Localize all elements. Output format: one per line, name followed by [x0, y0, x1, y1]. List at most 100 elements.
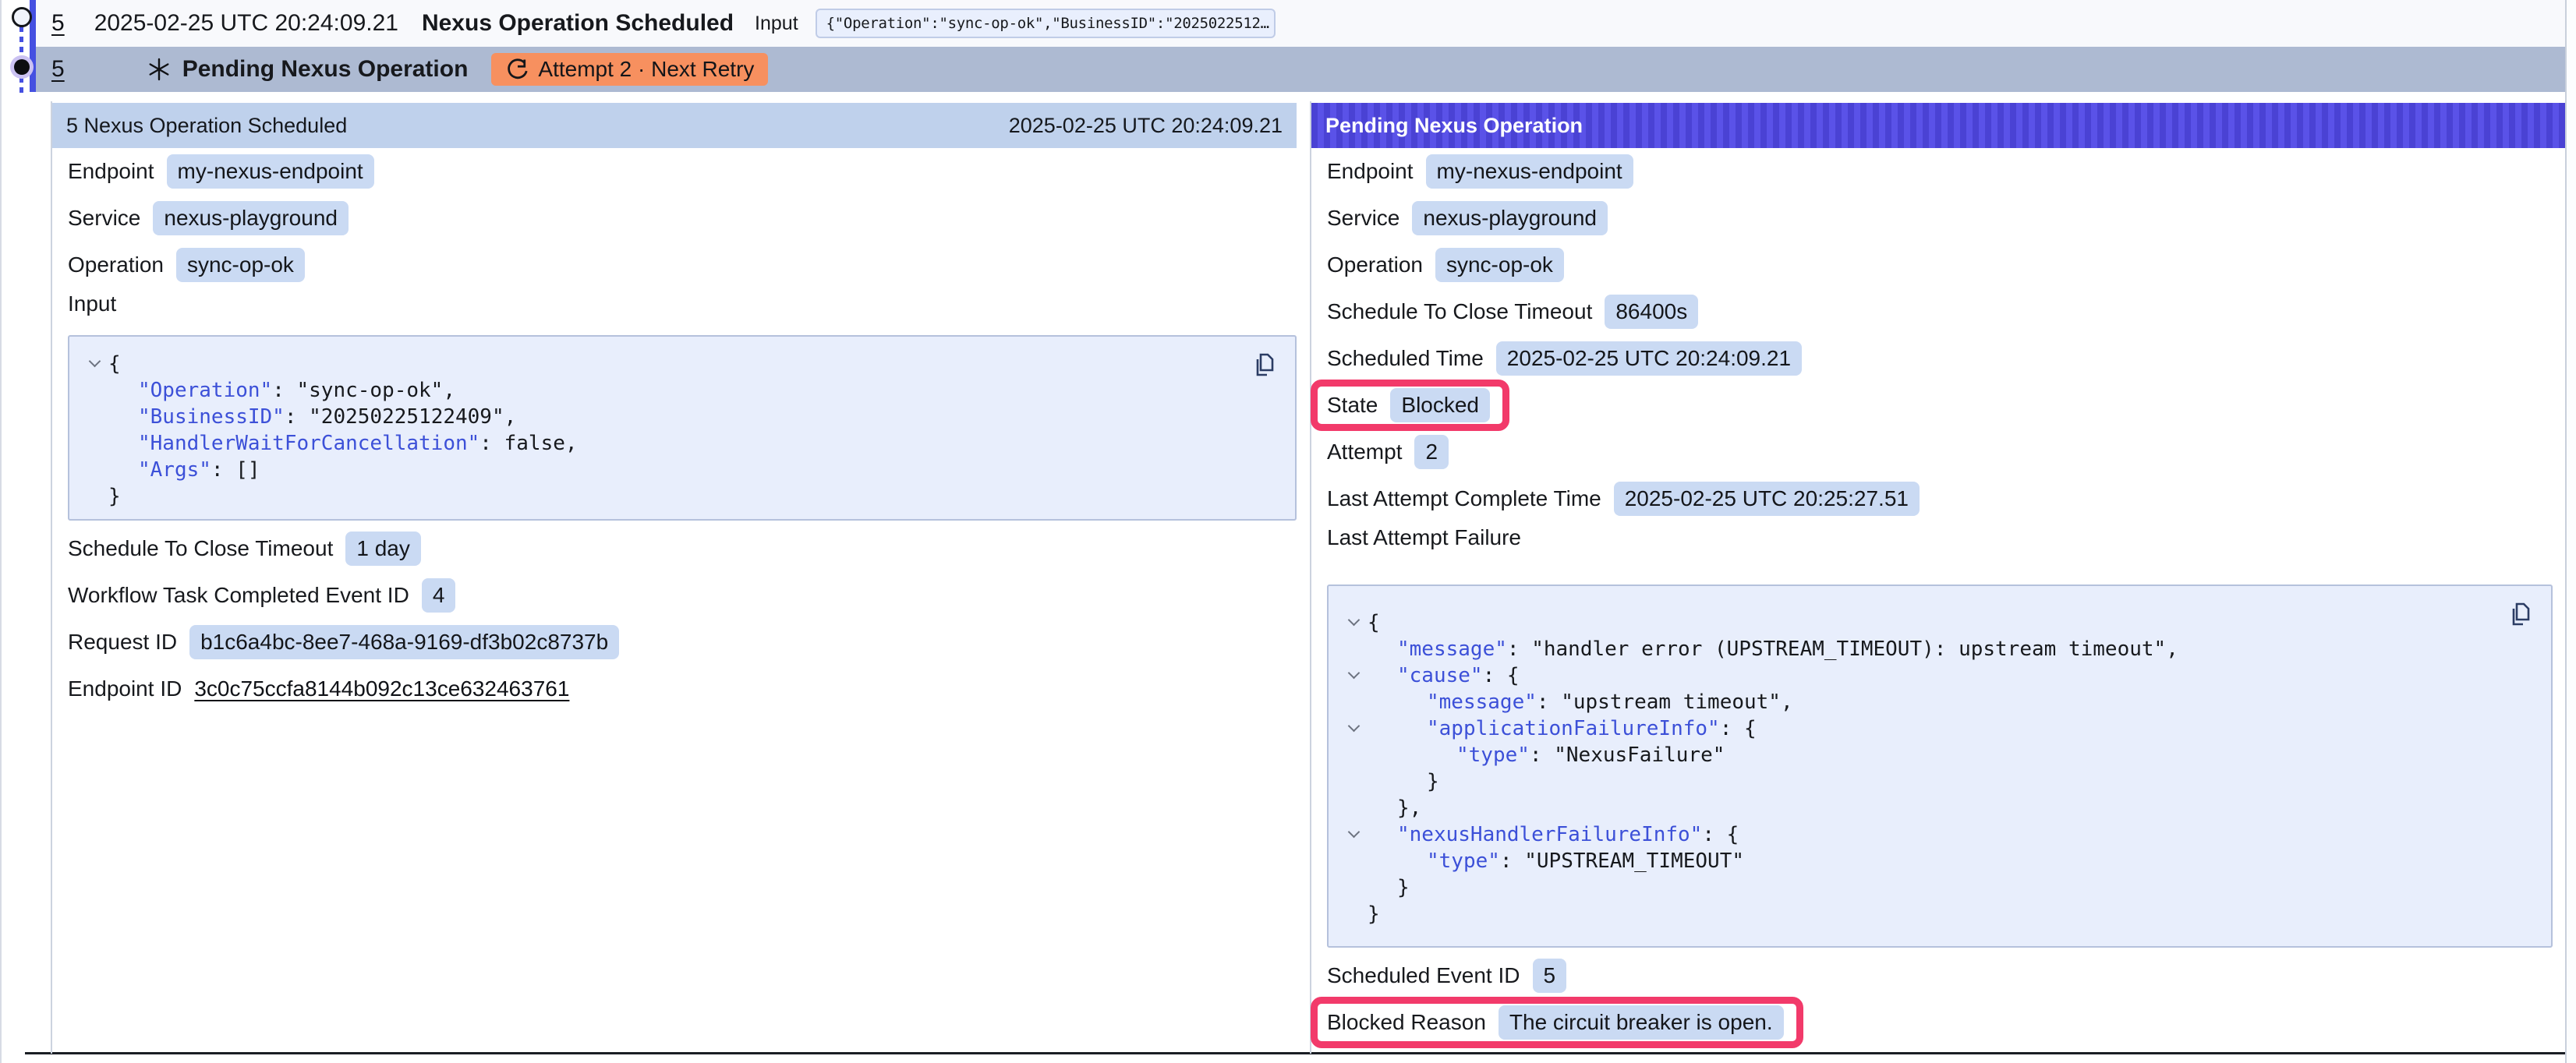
- field-row-scheduled-time: Scheduled Time 2025-02-25 UTC 20:24:09.21: [1311, 335, 2568, 382]
- retry-attempt-badge[interactable]: Attempt 2 · Next Retry: [491, 53, 768, 86]
- field-label: Endpoint: [1327, 159, 1414, 184]
- json-key: "message": [1397, 637, 1507, 661]
- input-json-viewer: {"Operation": "sync-op-ok","BusinessID":…: [68, 335, 1297, 521]
- annotation-highlight-box: State Blocked: [1311, 380, 1509, 431]
- field-label: Attempt: [1327, 440, 1402, 464]
- json-value: }: [1427, 770, 1439, 793]
- field-row-operation: Operation sync-op-ok: [1311, 242, 2568, 288]
- json-value: :: [211, 458, 235, 482]
- asterisk-icon: [147, 57, 172, 82]
- pending-fields-bottom: Scheduled Event ID 5 Blocked ReasonThe cir…: [1311, 952, 2568, 1046]
- json-line-gutter: [1339, 674, 1368, 677]
- field-row-schedule-to-close-timeout: Schedule To Close Timeout 1 day: [52, 525, 1297, 572]
- field-label: State: [1327, 393, 1378, 418]
- failure-json-viewer: {"message": "handler error (UPSTREAM_TIM…: [1327, 584, 2553, 948]
- field-row-scheduled-event-id: Scheduled Event ID 5: [1311, 952, 2568, 999]
- pending-event-name: Pending Nexus Operation: [182, 56, 469, 83]
- filled-dot-icon[interactable]: [14, 59, 30, 75]
- json-line: {: [1339, 609, 2529, 636]
- json-line-gutter: [1339, 621, 1368, 624]
- scheduled-event-panel: 5 Nexus Operation Scheduled 2025-02-25 U…: [52, 101, 1297, 1054]
- event-timestamp: 2025-02-25 UTC 20:24:09.21: [94, 10, 398, 37]
- scheduled-panel-header: 5 Nexus Operation Scheduled 2025-02-25 U…: [52, 103, 1297, 148]
- field-label: Schedule To Close Timeout: [68, 536, 333, 561]
- scheduled-fields-top: Endpointmy-nexus-endpointServicenexus-pl…: [52, 148, 1297, 288]
- json-line: }: [1339, 874, 2529, 901]
- chevron-down-icon[interactable]: [88, 355, 101, 368]
- json-value: :: [1537, 690, 1561, 714]
- json-line: "applicationFailureInfo": {: [1339, 715, 2529, 742]
- field-value-chip: 5: [1533, 959, 1567, 993]
- field-value-chip: my-nexus-endpoint: [1426, 154, 1633, 189]
- json-line: "Operation": "sync-op-ok",: [80, 377, 1273, 404]
- scheduled-fields-bottom: Schedule To Close Timeout 1 day Workflow T…: [52, 525, 1297, 712]
- field-row-last-attempt-complete-time: Last Attempt Complete Time2025-02-25 UTC…: [1311, 475, 2568, 522]
- field-value-chip: 1 day: [345, 532, 421, 566]
- temporal-event-history: 5 2025-02-25 UTC 20:24:09.21 Nexus Opera…: [0, 0, 2576, 1063]
- json-value: {: [108, 352, 121, 376]
- json-line: {: [80, 351, 1273, 377]
- chevron-down-icon[interactable]: [1347, 720, 1360, 733]
- event-id-link[interactable]: 5: [51, 56, 65, 83]
- chevron-down-icon[interactable]: [1347, 826, 1360, 839]
- json-line-gutter: [1339, 727, 1368, 730]
- json-value: :: [479, 432, 504, 455]
- field-row-operation: Operationsync-op-ok: [52, 242, 1297, 288]
- input-preview-chip[interactable]: {"Operation":"sync-op-ok","BusinessID":"…: [816, 9, 1276, 38]
- json-value: "upstream timeout": [1561, 690, 1781, 714]
- field-row-blocked-reason: Blocked ReasonThe circuit breaker is ope…: [1311, 999, 2568, 1046]
- event-row-nexus-operation-scheduled[interactable]: 5 2025-02-25 UTC 20:24:09.21 Nexus Opera…: [36, 0, 2565, 47]
- field-label: Scheduled Time: [1327, 346, 1484, 371]
- json-value: }: [108, 485, 121, 508]
- pending-operation-panel: Pending Nexus Operation Endpoint my-nexus…: [1310, 101, 2568, 1054]
- chevron-down-icon[interactable]: [1347, 667, 1360, 680]
- field-label: Service: [1327, 206, 1399, 231]
- field-value-chip: 2025-02-25 UTC 20:25:27.51: [1614, 482, 1920, 516]
- field-value-chip: 2025-02-25 UTC 20:24:09.21: [1496, 341, 1802, 376]
- field-value-chip: 4: [422, 578, 456, 613]
- json-line: }: [80, 483, 1273, 510]
- json-line: "BusinessID": "20250225122409",: [80, 404, 1273, 430]
- json-key: "BusinessID": [138, 405, 285, 429]
- copy-icon[interactable]: [1253, 352, 1275, 383]
- scrollbar[interactable]: [2565, 0, 2576, 1063]
- field-value-chip: Blocked: [1390, 388, 1490, 422]
- json-value: :: [1500, 849, 1524, 873]
- json-key: "HandlerWaitForCancellation": [138, 432, 479, 455]
- field-row-service: Servicenexus-playground: [1311, 195, 2568, 242]
- json-value: :: [285, 405, 309, 429]
- json-line: }: [1339, 901, 2529, 927]
- json-value: : {: [1483, 664, 1520, 687]
- field-label: Blocked Reason: [1327, 1010, 1486, 1035]
- field-label: Operation: [68, 253, 164, 277]
- field-label: Request ID: [68, 630, 177, 655]
- retry-badge-label: Attempt 2 · Next Retry: [538, 57, 754, 82]
- chevron-down-icon[interactable]: [1347, 614, 1360, 627]
- field-value-chip: sync-op-ok: [1435, 248, 1564, 282]
- event-detail-area: 5 Nexus Operation Scheduled 2025-02-25 U…: [51, 101, 2567, 1054]
- json-value: :: [1507, 637, 1531, 661]
- event-row-pending-nexus-operation[interactable]: 5 Pending Nexus Operation Attempt 2 · Ne…: [36, 47, 2565, 92]
- json-line: },: [1339, 795, 2529, 821]
- field-row-endpoint: Endpointmy-nexus-endpoint: [52, 148, 1297, 195]
- field-row-endpoint-id: Endpoint ID3c0c75ccfa8144b092c13ce632463…: [52, 666, 1297, 712]
- field-label: Schedule To Close Timeout: [1327, 299, 1592, 324]
- json-value: "NexusFailure": [1554, 743, 1725, 767]
- json-value: ,: [1781, 690, 1793, 714]
- json-value: : {: [1720, 717, 1757, 740]
- copy-icon[interactable]: [2509, 602, 2531, 632]
- field-label: Operation: [1327, 253, 1423, 277]
- json-key: "Operation": [138, 379, 272, 402]
- field-link-value[interactable]: 3c0c75ccfa8144b092c13ce632463761: [194, 676, 569, 701]
- json-line: "cause": {: [1339, 662, 2529, 689]
- field-label: Scheduled Event ID: [1327, 963, 1520, 988]
- event-id-link[interactable]: 5: [51, 10, 65, 37]
- panel-title: Pending Nexus Operation: [1325, 114, 1583, 138]
- json-value: ,: [504, 405, 517, 429]
- open-circle-icon[interactable]: [12, 7, 32, 27]
- field-row-workflow-task-completed-event-id: Workflow Task Completed Event ID4: [52, 572, 1297, 619]
- json-value: {: [1368, 611, 1380, 634]
- json-line: "Args": []: [80, 457, 1273, 483]
- json-value: :: [1530, 743, 1554, 767]
- panel-title: 5 Nexus Operation Scheduled: [66, 114, 347, 138]
